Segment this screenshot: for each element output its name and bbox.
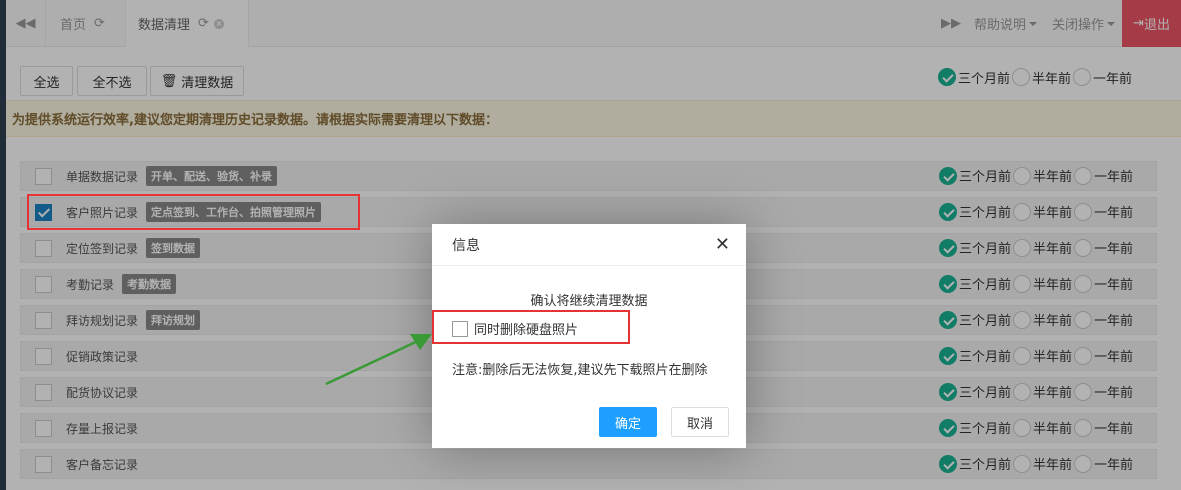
arrow-shaft [325, 338, 421, 386]
annotation-arrow [325, 334, 432, 386]
